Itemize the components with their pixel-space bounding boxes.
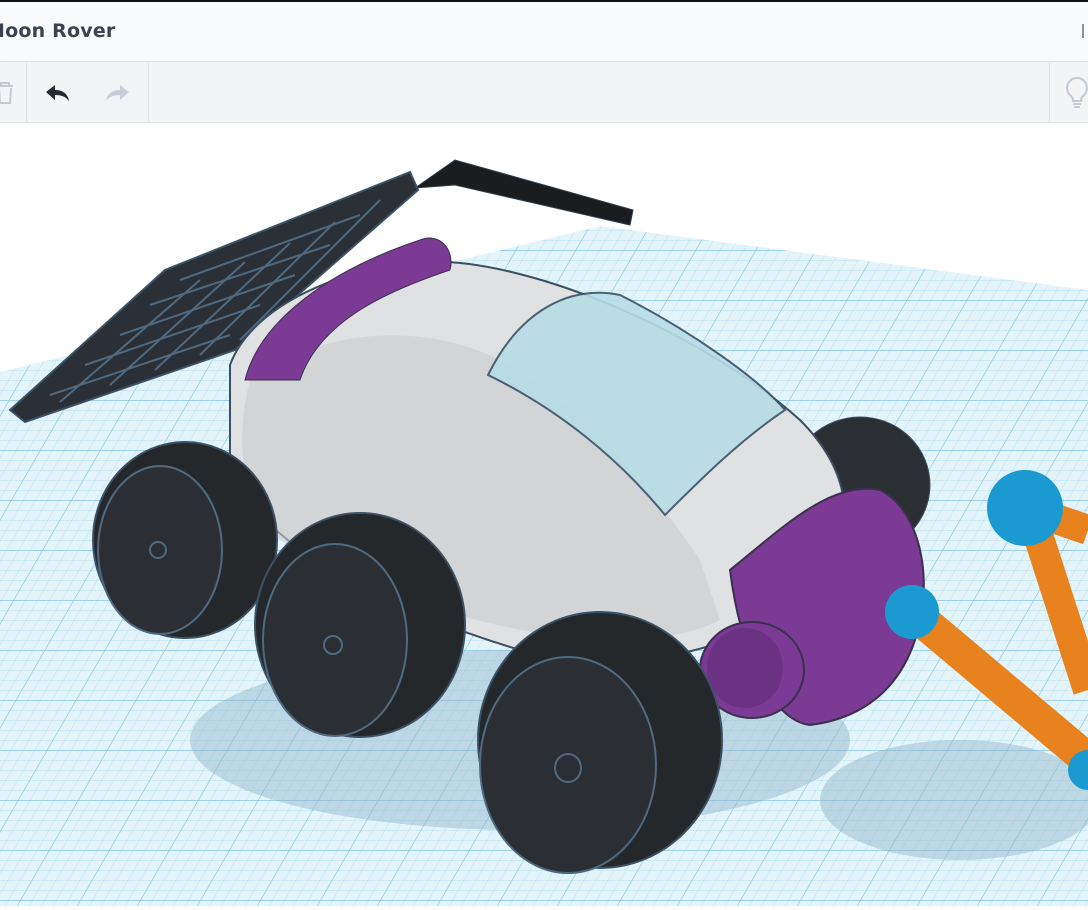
design-title[interactable]: Moon Rover [0,20,115,42]
toolbar-divider [148,63,149,122]
edit-icon[interactable] [1082,24,1088,38]
title-bar: Moon Rover [0,2,1088,62]
toolbar [0,63,1088,123]
scene [0,159,1088,906]
wheel[interactable] [254,512,466,738]
toolbar-divider [1049,63,1050,122]
redo-button[interactable] [99,63,135,122]
redo-arrow-icon [106,84,129,101]
lightbulb-icon [1066,76,1088,108]
3d-viewport[interactable] [0,123,1088,906]
undo-arrow-icon [46,84,69,101]
toolbar-divider [26,63,27,122]
undo-button[interactable] [40,63,76,122]
delete-button[interactable] [0,63,20,122]
wheel[interactable] [92,441,278,639]
trash-icon [0,81,13,104]
hint-button[interactable] [1062,63,1088,122]
